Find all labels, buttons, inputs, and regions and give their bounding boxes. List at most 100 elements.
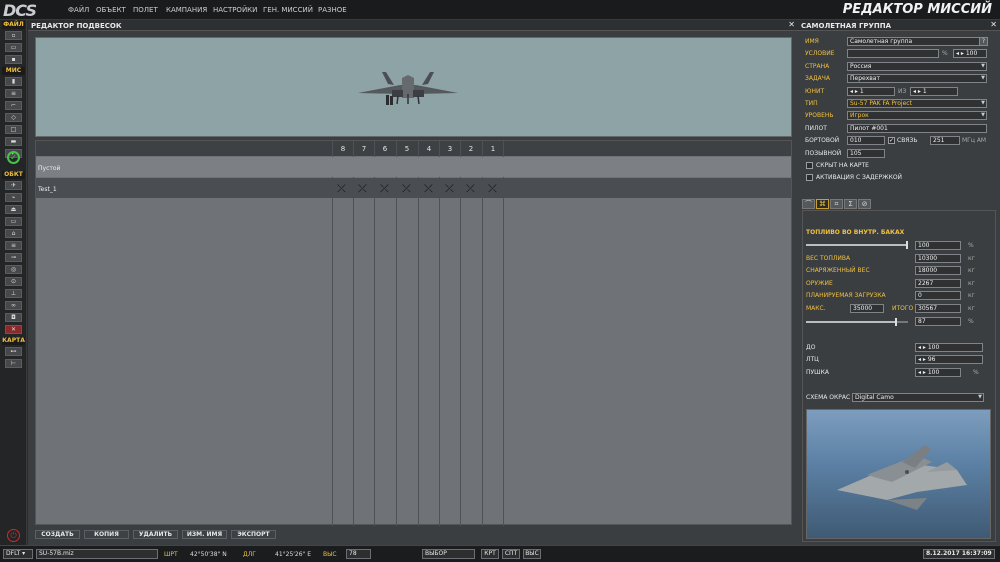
type-dropdown[interactable]: Su-57 PAK FA Project ▼	[847, 99, 987, 108]
mission-options-icon[interactable]: ▮	[5, 77, 22, 86]
add-ship-icon[interactable]: ⏏	[5, 205, 22, 214]
condition-field[interactable]	[847, 49, 939, 58]
menu-flight[interactable]: ПОЛЕТ	[133, 6, 158, 14]
create-payload-button[interactable]: СОЗДАТЬ	[35, 530, 80, 539]
menu-mission-generator[interactable]: ГЕН. МИССИЙ	[263, 6, 313, 14]
country-label: СТРАНА	[805, 63, 830, 70]
fuel-weight-field[interactable]: 10300	[915, 254, 961, 263]
weapons-label: ОРУЖИЕ	[806, 280, 833, 287]
fuel-slider[interactable]	[806, 241, 908, 249]
menu-campaign[interactable]: КАМПАНИЯ	[166, 6, 207, 14]
unit-stepper[interactable]: ◂ ▸ 1	[847, 87, 895, 96]
ruler-icon[interactable]: ⊢	[5, 359, 22, 368]
selection-mode-field[interactable]: ВЫБОР	[422, 549, 475, 559]
flare-stepper[interactable]: ◂ ▸ 96	[915, 355, 983, 364]
add-static-icon[interactable]: ⌂	[5, 229, 22, 238]
pylon-7-store[interactable]: ⤫	[358, 183, 367, 194]
add-zone-icon[interactable]: ◎	[5, 265, 22, 274]
add-formation-icon[interactable]: ∞	[5, 301, 22, 310]
delete-payload-button[interactable]: УДАЛИТЬ	[133, 530, 178, 539]
trigger-icon[interactable]: ⌐	[5, 101, 22, 110]
level-dropdown[interactable]: Игрок ▼	[847, 111, 987, 120]
chaff-stepper[interactable]: ◂ ▸ 100	[915, 343, 983, 352]
pylon-1-store[interactable]: ⤫	[488, 183, 497, 194]
fly-mission-icon[interactable]: ✓	[7, 151, 20, 164]
open-file-icon[interactable]: ▭	[5, 43, 22, 52]
pylon-3-store[interactable]: ⤫	[445, 183, 454, 194]
pylon-8-store[interactable]: ⤫	[337, 183, 346, 194]
late-activation-checkbox[interactable]	[806, 174, 813, 181]
pilot-field[interactable]: Пилот #001	[847, 124, 987, 133]
aircraft-preview	[35, 37, 792, 137]
callsign-field[interactable]: 105	[847, 149, 885, 158]
condition-value-stepper[interactable]: ◂ ▸ 100	[953, 49, 987, 58]
su57-livery-image	[837, 445, 967, 510]
goals-icon[interactable]: ◇	[5, 113, 22, 122]
new-file-icon[interactable]: ▫	[5, 31, 22, 40]
pylon-5-header: 5	[404, 145, 410, 153]
tab-summary[interactable]: Σ	[844, 199, 857, 209]
country-dropdown[interactable]: Россия ▼	[847, 62, 987, 71]
add-template-icon[interactable]: ⊸	[5, 253, 22, 262]
tail-number-field[interactable]: 010	[847, 136, 885, 145]
close-payload-editor-icon[interactable]: ✕	[788, 20, 795, 29]
planned-load-field[interactable]: 0	[915, 291, 961, 300]
gun-stepper[interactable]: ◂ ▸ 100	[915, 368, 961, 377]
add-warehouse-icon[interactable]: ⊥	[5, 289, 22, 298]
help-button[interactable]: ?	[979, 37, 988, 46]
menu-misc[interactable]: РАЗНОЕ	[318, 6, 347, 14]
fuel-pct-field[interactable]: 100	[915, 241, 961, 250]
add-vehicle-icon[interactable]: ▭	[5, 217, 22, 226]
max-weight-label: МАКС.	[806, 305, 826, 312]
su57-aircraft-image	[358, 72, 458, 105]
resources-icon[interactable]: ▬	[5, 137, 22, 146]
map-view-button[interactable]: КРТ	[481, 549, 499, 559]
copy-payload-button[interactable]: КОПИЯ	[84, 530, 129, 539]
livery-dropdown[interactable]: Digital Camo ▼	[852, 393, 984, 402]
filter-mode-dropdown[interactable]: DFLT ▾	[3, 549, 33, 559]
add-nav-point-icon[interactable]: ⊙	[5, 277, 22, 286]
add-road-icon[interactable]: ◘	[5, 313, 22, 322]
tab-cancel[interactable]: ⊘	[858, 199, 871, 209]
map-options-icon[interactable]: ⊷	[5, 347, 22, 356]
payload-row-empty[interactable]: Пустой	[36, 157, 791, 177]
close-group-panel-icon[interactable]: ✕	[990, 20, 997, 29]
pylon-6-store[interactable]: ⤫	[380, 183, 389, 194]
altitude-view-button[interactable]: ВЫС	[523, 549, 541, 559]
pylon-4-store[interactable]: ⤫	[424, 183, 433, 194]
unit-count-stepper[interactable]: ◂ ▸ 1	[910, 87, 958, 96]
gun-pct-unit: %	[973, 369, 979, 376]
group-name-field[interactable]: Самолетная группа	[847, 37, 987, 46]
fuel-weight-label: ВЕС ТОПЛИВА	[806, 255, 851, 262]
export-payload-button[interactable]: ЭКСПОРТ	[231, 530, 276, 539]
pylon-5-store[interactable]: ⤫	[402, 183, 411, 194]
exit-icon[interactable]: ⏻	[7, 529, 20, 542]
rename-payload-button[interactable]: ИЗМ. ИМЯ	[182, 530, 227, 539]
weight-slider-fill	[806, 321, 895, 323]
menu-file[interactable]: ФАЙЛ	[68, 6, 89, 14]
delete-object-icon[interactable]: ✕	[5, 325, 22, 334]
briefing-icon[interactable]: □	[5, 125, 22, 134]
chaff-value: 100	[927, 344, 940, 351]
fuel-slider-thumb[interactable]	[906, 241, 908, 249]
add-helicopter-icon[interactable]: ⌁	[5, 193, 22, 202]
menu-settings[interactable]: НАСТРОЙКИ	[213, 6, 257, 14]
tab-waypoints[interactable]: ⌗	[830, 199, 843, 209]
pylon-2-store[interactable]: ⤫	[466, 183, 475, 194]
tab-route[interactable]: ⌒	[802, 199, 815, 209]
satellite-view-button[interactable]: СПТ	[502, 549, 520, 559]
save-file-icon[interactable]: ▪	[5, 55, 22, 64]
add-train-icon[interactable]: ≡	[5, 241, 22, 250]
frequency-unit: МГц AM	[962, 137, 987, 144]
task-dropdown[interactable]: Перехват ▼	[847, 74, 987, 83]
weather-icon[interactable]: ≡	[5, 89, 22, 98]
menu-object[interactable]: ОБЪЕКТ	[96, 6, 126, 14]
payload-row-test1[interactable]: Test_1	[36, 178, 791, 198]
frequency-field[interactable]: 251	[930, 136, 960, 145]
hidden-on-map-checkbox[interactable]	[806, 162, 813, 169]
tab-payload[interactable]: ⌘	[816, 199, 829, 209]
late-activation-label: АКТИВАЦИЯ С ЗАДЕРЖКОЙ	[816, 174, 903, 181]
total-weight-field: 30567	[915, 304, 961, 313]
add-aircraft-icon[interactable]: ✈	[5, 181, 22, 190]
comm-checkbox[interactable]: ✓	[888, 137, 895, 144]
